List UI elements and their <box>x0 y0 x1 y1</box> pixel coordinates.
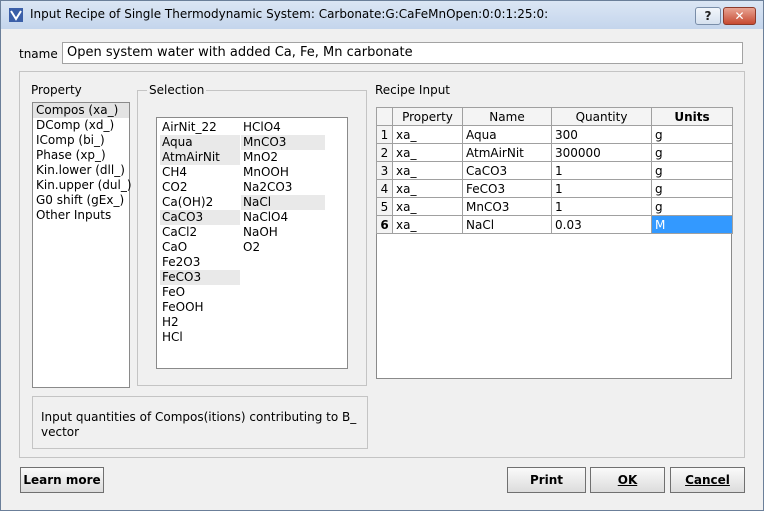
column-header-property[interactable]: Property <box>392 107 463 126</box>
window-title: Input Recipe of Single Thermodynamic Sys… <box>30 7 549 21</box>
table-row[interactable]: 6 xa_ NaCl 0.03 M <box>376 215 733 234</box>
property-item[interactable]: Kin.lower (dll_) <box>33 163 129 178</box>
property-item[interactable]: G0 shift (gEx_) <box>33 193 129 208</box>
name-cell[interactable]: MnCO3 <box>462 197 552 216</box>
cancel-button[interactable]: Cancel <box>670 467 745 493</box>
units-cell[interactable]: g <box>651 197 733 216</box>
print-button[interactable]: Print <box>507 467 586 493</box>
dialog-window: Input Recipe of Single Thermodynamic Sys… <box>0 0 764 511</box>
column-header-units[interactable]: Units <box>651 107 733 126</box>
row-number: 3 <box>376 161 393 180</box>
row-number: 6 <box>376 215 393 234</box>
units-cell[interactable]: g <box>651 125 733 144</box>
property-item[interactable]: Other Inputs <box>33 208 129 223</box>
name-cell[interactable]: AtmAirNit <box>462 143 552 162</box>
property-item[interactable]: Kin.upper (dul_) <box>33 178 132 193</box>
selection-item[interactable]: NaCl <box>241 195 325 210</box>
selection-item[interactable]: NaClO4 <box>241 210 325 225</box>
row-number: 2 <box>376 143 393 162</box>
property-item[interactable]: DComp (xd_) <box>33 118 129 133</box>
table-row[interactable]: 2 xa_ AtmAirNit 300000 g <box>376 143 733 162</box>
selection-list[interactable]: AirNit_22 Aqua AtmAirNit CH4 CO2 Ca(OH)2 CaCO3… <box>156 117 348 369</box>
learn-more-button[interactable]: Learn more <box>20 467 104 493</box>
property-label: Property <box>31 83 82 97</box>
selection-item[interactable]: CaCl2 <box>160 225 240 240</box>
table-row[interactable]: 5 xa_ MnCO3 1 g <box>376 197 733 216</box>
selection-item[interactable]: MnO2 <box>241 150 325 165</box>
selection-item[interactable]: CH4 <box>160 165 240 180</box>
quantity-cell[interactable]: 1 <box>551 197 652 216</box>
selection-label: Selection <box>147 83 207 97</box>
selection-item[interactable]: FeO <box>160 285 240 300</box>
property-cell[interactable]: xa_ <box>392 179 463 198</box>
property-cell[interactable]: xa_ <box>392 161 463 180</box>
corner-cell <box>376 107 393 126</box>
recipe-table[interactable]: Property Name Quantity Units 1 xa_ Aqua 300… <box>376 107 733 234</box>
hint-text: Input quantities of Compos(itions) contr… <box>41 410 357 439</box>
row-number: 1 <box>376 125 393 144</box>
row-number: 4 <box>376 179 393 198</box>
property-cell[interactable]: xa_ <box>392 143 463 162</box>
app-icon <box>9 8 23 22</box>
quantity-cell[interactable]: 1 <box>551 161 652 180</box>
property-item[interactable]: Phase (xp_) <box>33 148 129 163</box>
property-item[interactable]: Compos (xa_) <box>33 103 129 118</box>
property-cell[interactable]: xa_ <box>392 197 463 216</box>
selection-item[interactable]: HCl <box>160 330 240 345</box>
title-bar[interactable]: Input Recipe of Single Thermodynamic Sys… <box>1 1 763 29</box>
quantity-cell[interactable]: 0.03 <box>551 215 652 234</box>
selection-item[interactable]: Aqua <box>160 135 240 150</box>
property-cell[interactable]: xa_ <box>392 215 463 234</box>
selection-item[interactable]: MnCO3 <box>241 135 325 150</box>
selection-item[interactable]: CaCO3 <box>160 210 240 225</box>
tname-label: tname <box>19 47 58 61</box>
selection-item[interactable]: MnOOH <box>241 165 325 180</box>
units-cell[interactable]: g <box>651 179 733 198</box>
table-row[interactable]: 3 xa_ CaCO3 1 g <box>376 161 733 180</box>
selection-item[interactable]: AtmAirNit <box>160 150 240 165</box>
quantity-cell[interactable]: 300 <box>551 125 652 144</box>
selection-item[interactable]: O2 <box>241 240 325 255</box>
table-row[interactable]: 4 xa_ FeCO3 1 g <box>376 179 733 198</box>
quantity-cell[interactable]: 1 <box>551 179 652 198</box>
selection-item[interactable]: CO2 <box>160 180 240 195</box>
selection-item[interactable]: Ca(OH)2 <box>160 195 240 210</box>
recipe-input-label: Recipe Input <box>375 83 450 97</box>
ok-button[interactable]: OK <box>590 467 665 493</box>
table-row[interactable]: 1 xa_ Aqua 300 g <box>376 125 733 144</box>
property-item[interactable]: IComp (bi_) <box>33 133 129 148</box>
units-cell[interactable]: g <box>651 161 733 180</box>
units-cell[interactable]: g <box>651 143 733 162</box>
help-button[interactable]: ? <box>695 7 721 25</box>
row-number: 5 <box>376 197 393 216</box>
close-button[interactable]: ✕ <box>723 7 756 25</box>
selection-item[interactable]: HClO4 <box>241 120 325 135</box>
column-header-quantity[interactable]: Quantity <box>551 107 652 126</box>
selection-item[interactable]: CaO <box>160 240 240 255</box>
selection-item[interactable]: NaOH <box>241 225 325 240</box>
selection-item[interactable]: FeCO3 <box>160 270 240 285</box>
name-cell[interactable]: Aqua <box>462 125 552 144</box>
name-cell[interactable]: CaCO3 <box>462 161 552 180</box>
property-list[interactable]: Compos (xa_) DComp (xd_) IComp (bi_) Phase … <box>32 102 132 388</box>
selection-item[interactable]: FeOOH <box>160 300 240 315</box>
column-header-name[interactable]: Name <box>462 107 552 126</box>
quantity-cell[interactable]: 300000 <box>551 143 652 162</box>
units-cell[interactable]: M <box>651 215 733 234</box>
property-cell[interactable]: xa_ <box>392 125 463 144</box>
selection-item[interactable]: AirNit_22 <box>160 120 240 135</box>
selection-item[interactable]: Fe2O3 <box>160 255 240 270</box>
selection-item[interactable]: Na2CO3 <box>241 180 325 195</box>
name-cell[interactable]: FeCO3 <box>462 179 552 198</box>
selection-item[interactable]: H2 <box>160 315 240 330</box>
tname-field[interactable]: Open system water with added Ca, Fe, Mn … <box>62 42 743 64</box>
name-cell[interactable]: NaCl <box>462 215 552 234</box>
